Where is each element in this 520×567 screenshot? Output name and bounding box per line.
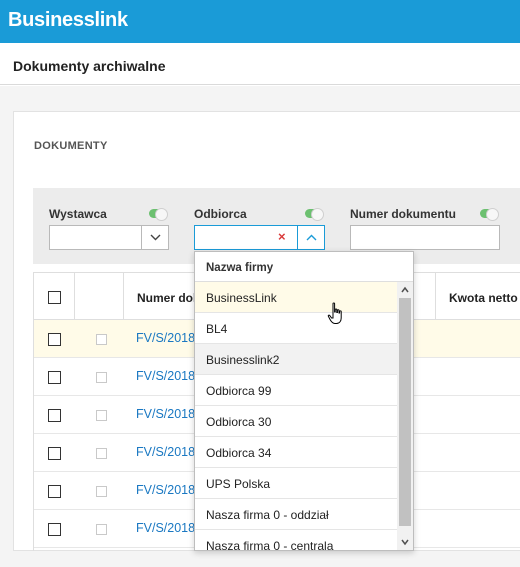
dropdown-option-label: Nasza firma 0 - centrala bbox=[206, 539, 334, 551]
column-divider bbox=[74, 273, 75, 320]
row-secondary-checkbox[interactable] bbox=[96, 372, 107, 383]
recipient-select-button[interactable] bbox=[297, 226, 324, 249]
document-link[interactable]: FV/S/2018 bbox=[136, 445, 195, 459]
dropdown-option-label: Businesslink2 bbox=[206, 353, 280, 367]
row-secondary-checkbox[interactable] bbox=[96, 334, 107, 345]
scroll-up-icon[interactable] bbox=[401, 286, 409, 294]
dropdown-option[interactable]: Businesslink2 bbox=[195, 344, 397, 375]
dropdown-option[interactable]: BL4 bbox=[195, 313, 397, 344]
dropdown-option[interactable]: Odbiorca 30 bbox=[195, 406, 397, 437]
chevron-up-icon bbox=[306, 234, 316, 241]
dropdown-option[interactable]: Odbiorca 99 bbox=[195, 375, 397, 406]
doc-number-input[interactable] bbox=[350, 225, 500, 250]
dropdown-option-label: BL4 bbox=[206, 322, 228, 336]
row-checkbox[interactable] bbox=[48, 333, 61, 346]
issuer-select[interactable] bbox=[49, 225, 169, 250]
issuer-filter-toggle[interactable] bbox=[149, 208, 168, 221]
doc-number-filter-label: Numer dokumentu bbox=[350, 207, 457, 221]
row-checkbox[interactable] bbox=[48, 523, 61, 536]
row-checkbox[interactable] bbox=[48, 485, 61, 498]
dropdown-option-label: BusinessLink bbox=[206, 291, 277, 305]
dropdown-option[interactable]: BusinessLink bbox=[195, 282, 397, 313]
page-header: Dokumenty archiwalne bbox=[0, 43, 520, 85]
dropdown-option[interactable]: Odbiorca 34 bbox=[195, 437, 397, 468]
recipient-filter-toggle[interactable] bbox=[305, 208, 324, 221]
doc-number-filter-toggle[interactable] bbox=[480, 208, 499, 221]
row-secondary-checkbox[interactable] bbox=[96, 448, 107, 459]
clear-icon[interactable]: × bbox=[278, 229, 286, 244]
row-secondary-checkbox[interactable] bbox=[96, 410, 107, 421]
document-link[interactable]: FV/S/2018 bbox=[136, 407, 195, 421]
section-title: DOKUMENTY bbox=[34, 140, 108, 152]
document-link[interactable]: FV/S/2018 bbox=[136, 369, 195, 383]
dropdown-option-label: Odbiorca 34 bbox=[206, 446, 272, 460]
row-checkbox[interactable] bbox=[48, 409, 61, 422]
recipient-dropdown[interactable]: Nazwa firmy BusinessLink BL4 Businesslin… bbox=[194, 251, 414, 551]
chevron-down-icon bbox=[150, 234, 160, 241]
hand-cursor-icon bbox=[327, 302, 342, 324]
document-link[interactable]: FV/S/2018 bbox=[136, 521, 195, 535]
dropdown-option-label: Nasza firma 0 - oddział bbox=[206, 508, 329, 522]
document-link[interactable]: FV/S/2018 bbox=[136, 483, 195, 497]
dropdown-option[interactable]: UPS Polska bbox=[195, 468, 397, 499]
scrollbar-thumb[interactable] bbox=[399, 298, 411, 526]
dropdown-scrollbar[interactable] bbox=[397, 282, 413, 550]
row-checkbox[interactable] bbox=[48, 371, 61, 384]
dropdown-option-label: Odbiorca 30 bbox=[206, 415, 272, 429]
row-checkbox[interactable] bbox=[48, 447, 61, 460]
recipient-select[interactable]: × bbox=[194, 225, 325, 250]
recipient-filter-label: Odbiorca bbox=[194, 207, 247, 221]
dropdown-option-label: Odbiorca 99 bbox=[206, 384, 272, 398]
issuer-filter-label: Wystawca bbox=[49, 207, 107, 221]
app-topbar: Businesslink bbox=[0, 0, 520, 43]
issuer-select-button[interactable] bbox=[141, 226, 168, 249]
page-title: Dokumenty archiwalne bbox=[13, 58, 166, 74]
dropdown-option[interactable]: Nasza firma 0 - oddział bbox=[195, 499, 397, 530]
document-link[interactable]: FV/S/2018 bbox=[136, 331, 195, 345]
dropdown-header: Nazwa firmy bbox=[195, 252, 413, 282]
row-secondary-checkbox[interactable] bbox=[96, 524, 107, 535]
dropdown-header-label: Nazwa firmy bbox=[206, 262, 274, 274]
column-divider bbox=[123, 273, 124, 320]
app-brand[interactable]: Businesslink bbox=[8, 9, 128, 32]
scroll-down-icon[interactable] bbox=[401, 538, 409, 546]
row-secondary-checkbox[interactable] bbox=[96, 486, 107, 497]
dropdown-option[interactable]: Nasza firma 0 - centrala bbox=[195, 530, 397, 551]
select-all-checkbox[interactable] bbox=[48, 291, 61, 304]
column-divider bbox=[435, 273, 436, 320]
column-header-net-amount[interactable]: Kwota netto bbox=[449, 291, 518, 305]
dropdown-option-label: UPS Polska bbox=[206, 477, 271, 491]
